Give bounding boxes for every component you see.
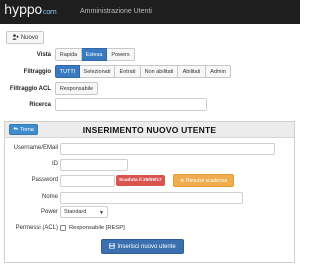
vista-selector: Rapida Estesa Powers [55, 48, 135, 61]
remove-expiry-button[interactable]: ✕ Rimuovi scadenza [173, 174, 234, 187]
id-label: ID [52, 161, 58, 167]
filter-option-non-abilitati[interactable]: Non abilitati [141, 65, 178, 78]
times-icon: ✕ [179, 177, 185, 184]
vista-option-rapida[interactable]: Rapida [55, 48, 82, 61]
acl-filter-responsabile[interactable]: Responsabile [55, 82, 98, 95]
vista-label: Vista [36, 52, 51, 58]
remove-expiry-label: Rimuovi scadenza [186, 177, 228, 184]
filter-option-abilitati[interactable]: Abilitati [178, 65, 206, 78]
power-select[interactable]: Standard ▼ [60, 206, 108, 218]
filtraggio-acl-label: Filtraggio ACL [9, 86, 51, 92]
top-bar: hyppocom Amministrazione Utenti [0, 0, 300, 24]
filter-option-admin[interactable]: Admin [206, 65, 231, 78]
responsabile-checkbox-label[interactable]: Responsabile [RESP] [69, 225, 125, 231]
responsabile-checkbox[interactable] [60, 225, 66, 231]
save-icon [109, 242, 116, 251]
chevron-down-icon: ▼ [99, 210, 104, 216]
logo-main: hyppo [4, 3, 42, 18]
back-button[interactable]: Torna [9, 124, 38, 135]
filter-option-tutti[interactable]: TUTTI [55, 65, 80, 78]
nome-field[interactable] [60, 192, 243, 204]
nome-label: Nome [41, 194, 58, 200]
app-title: Amministrazione Utenti [80, 8, 152, 15]
vista-option-powers[interactable]: Powers [107, 48, 135, 61]
id-field[interactable] [60, 159, 128, 171]
vista-option-estesa[interactable]: Estesa [82, 48, 107, 61]
password-label: Password [31, 177, 58, 183]
back-label: Torna [20, 126, 34, 133]
submit-new-user-button[interactable]: Inserisci nuovo utente [101, 239, 184, 254]
add-user-icon [12, 33, 19, 42]
power-value: Standard [64, 209, 87, 215]
permessi-label: Permessi (ACL) [15, 225, 58, 231]
ricerca-label: Ricerca [29, 102, 51, 108]
new-user-label: Nuovo [20, 34, 39, 41]
search-input[interactable] [55, 98, 207, 111]
expiry-badge: Scaduta il 29/09/17 [116, 175, 165, 186]
filtraggio-selector: TUTTI Selezionati Entrati Non abilitati … [55, 65, 231, 78]
logo[interactable]: hyppocom [4, 3, 57, 18]
password-field[interactable] [60, 175, 115, 187]
filtraggio-label: Filtraggio [23, 69, 51, 75]
panel-header: INSERIMENTO NUOVO UTENTE Torna [5, 122, 294, 138]
submit-label: Inserisci nuovo utente [117, 243, 176, 250]
username-field[interactable] [60, 143, 275, 155]
username-label: Username/EMail [13, 145, 58, 151]
return-arrow-icon [13, 126, 18, 133]
filter-option-entrati[interactable]: Entrati [115, 65, 141, 78]
logo-suffix: com [42, 8, 57, 16]
power-label: Power [40, 209, 58, 215]
new-user-button[interactable]: Nuovo [6, 31, 44, 44]
panel-title: INSERIMENTO NUOVO UTENTE [82, 125, 217, 135]
filter-option-selezionati[interactable]: Selezionati [80, 65, 115, 78]
